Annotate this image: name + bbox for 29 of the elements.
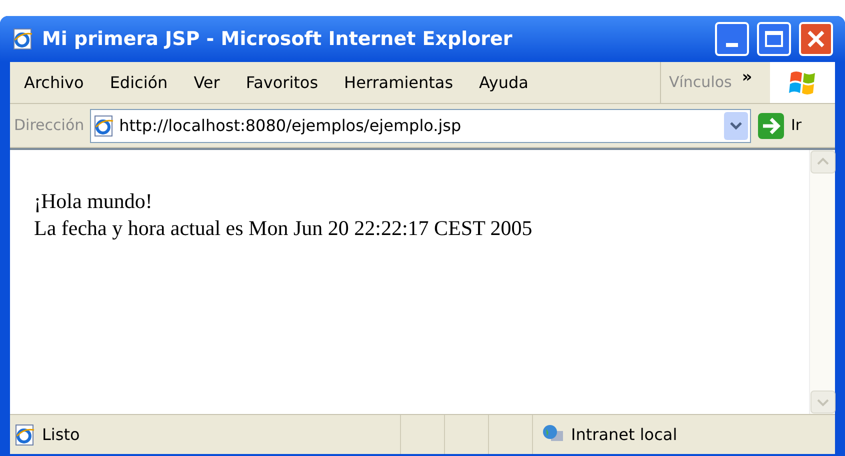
scrollbar[interactable] (809, 150, 835, 414)
windows-flag-icon (788, 68, 818, 96)
page-text: ¡Hola mundo! (34, 188, 154, 215)
maximize-button[interactable] (757, 22, 791, 56)
menu-item[interactable]: Ayuda (479, 70, 528, 94)
chevron-down-icon (730, 122, 742, 130)
status-text: Listo (42, 424, 80, 446)
scroll-up-icon[interactable] (810, 150, 836, 174)
menu-item[interactable]: Ver (194, 70, 220, 94)
menu-item[interactable]: Edición (110, 70, 168, 94)
close-icon (806, 29, 826, 49)
minimize-button[interactable] (715, 22, 749, 56)
window-title: Mi primera JSP - Microsoft Internet Explorer (42, 26, 514, 52)
address-field[interactable]: http://localhost:8080/ejemplos/ejemplo.jsp (90, 108, 751, 142)
go-button[interactable]: Ir (791, 114, 831, 137)
address-value: http://localhost:8080/ejemplos/ejemplo.jsp (119, 114, 462, 136)
scroll-down-icon[interactable] (810, 390, 836, 414)
ie-page-icon (93, 114, 116, 136)
page-text: La fecha y hora actual es Mon Jun 20 22:22:17 CEST 2005 (34, 215, 534, 242)
close-button[interactable] (799, 22, 833, 56)
dropdown-button[interactable] (724, 112, 748, 140)
links-chevron[interactable]: » (742, 64, 752, 88)
menu-item[interactable]: Herramientas (344, 70, 454, 94)
security-zone: Intranet local (571, 424, 678, 446)
ie-page-icon (12, 28, 34, 50)
ie-page-icon (14, 424, 36, 446)
menu-item[interactable]: Favoritos (246, 70, 318, 94)
address-label: Dirección (14, 115, 84, 136)
menu-item[interactable]: Archivo (24, 70, 84, 94)
